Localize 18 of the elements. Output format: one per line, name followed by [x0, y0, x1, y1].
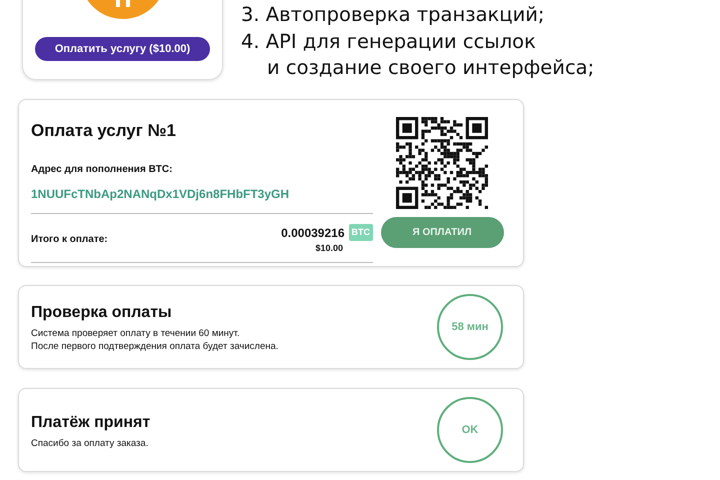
total-label: Итого к оплате: — [31, 232, 108, 247]
status-title: Платёж принят — [31, 412, 150, 432]
status-text: После первого подтверждения оплата будет зачислена. — [31, 340, 278, 353]
feature-item: и создание своего интерфейса; — [266, 55, 594, 81]
pay-button[interactable]: Оплатить услугу ($10.00) — [35, 37, 210, 61]
status-title: Проверка оплаты — [31, 303, 173, 323]
wallet-address: 1NUUFcTNbAp2NANqDx1VDj6n8FHbFT3yGH — [31, 184, 373, 214]
status-text: Спасибо за оплату заказа. — [31, 436, 150, 450]
address-label: Адрес для пополнения BTC: — [31, 162, 174, 176]
status-badge: OK — [437, 397, 503, 463]
feature-item: 4. API для генерации ссылок — [241, 28, 537, 54]
invoice-title: Оплата услуг №1 — [31, 120, 177, 142]
feature-item: 3. Автопроверка транзакций; — [241, 2, 546, 28]
usd-amount: $10.00 — [314, 242, 343, 254]
currency-tag: BTC — [348, 224, 373, 242]
status-text: Система проверяет оплату в течении 60 минут. — [31, 327, 241, 340]
amount: 0.00039216 — [281, 224, 344, 242]
status-badge: 58 мин — [437, 294, 503, 360]
